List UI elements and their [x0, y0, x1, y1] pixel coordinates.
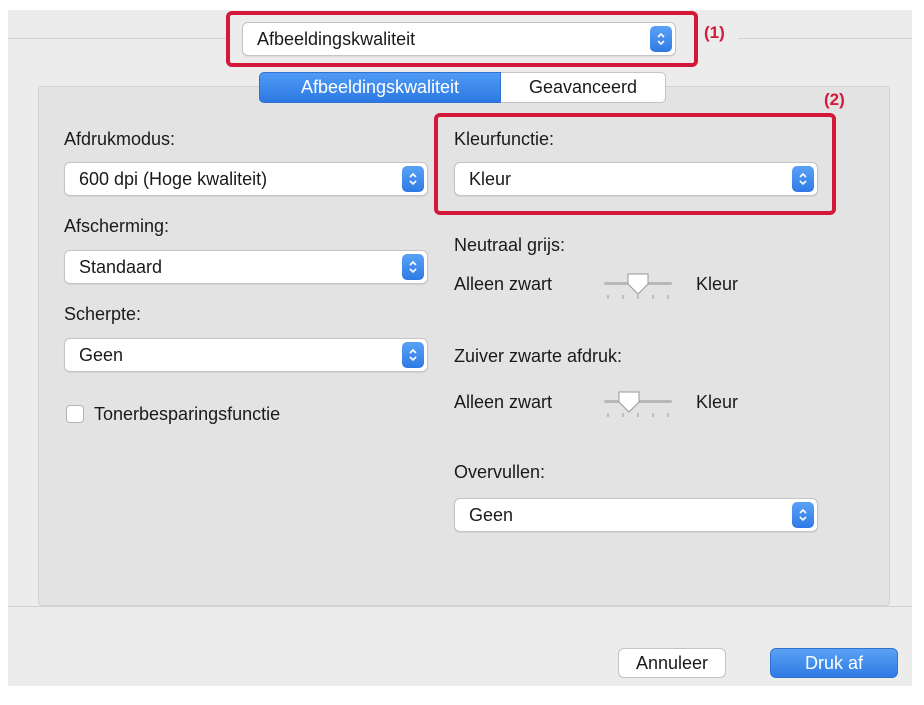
neutral-gray-min-label: Alleen zwart [454, 274, 553, 294]
pure-black-label: Zuiver zwarte afdruk: [454, 346, 623, 366]
color-mode-label: Kleurfunctie: [454, 129, 555, 149]
divider-left [8, 38, 226, 39]
chevron-updown-icon [792, 166, 814, 192]
print-dialog: Afbeeldingskwaliteit (1) Afbeeldingskwal… [8, 10, 912, 686]
chevron-updown-icon [402, 342, 424, 368]
screening-value: Standaard [79, 257, 163, 277]
neutral-gray-max-label: Kleur [696, 274, 739, 294]
sharpness-value: Geen [79, 345, 124, 365]
color-mode-value: Kleur [469, 169, 512, 189]
trapping-value: Geen [469, 505, 514, 525]
print-button[interactable]: Druk af [770, 648, 898, 678]
slider-thumb [627, 273, 649, 295]
chevron-updown-icon [792, 502, 814, 528]
trapping-label: Overvullen: [454, 462, 546, 482]
pure-black-min-label: Alleen zwart [454, 392, 553, 412]
trapping-select[interactable]: Geen [454, 498, 818, 532]
toner-save-label: Tonerbesparingsfunctie [94, 404, 281, 424]
sharpness-select[interactable]: Geen [64, 338, 428, 372]
slider-thumb [618, 391, 640, 413]
divider-right [738, 38, 912, 39]
toner-save-checkbox[interactable] [66, 405, 84, 423]
print-mode-label: Afdrukmodus: [64, 129, 176, 149]
pure-black-slider[interactable] [598, 386, 678, 422]
sharpness-label: Scherpte: [64, 304, 142, 324]
tab-geavanceerd[interactable]: Geavanceerd [501, 72, 666, 103]
callout-label-1: (1) [704, 23, 725, 42]
color-mode-select[interactable]: Kleur [454, 162, 818, 196]
divider-bottom [8, 606, 912, 607]
pure-black-max-label: Kleur [696, 392, 739, 412]
tab-afbeeldingskwaliteit[interactable]: Afbeeldingskwaliteit [259, 72, 501, 103]
screening-label: Afscherming: [64, 216, 170, 236]
screening-select[interactable]: Standaard [64, 250, 428, 284]
chevron-updown-icon [402, 166, 424, 192]
print-mode-select[interactable]: 600 dpi (Hoge kwaliteit) [64, 162, 428, 196]
callout-label-2: (2) [824, 90, 845, 109]
cancel-button[interactable]: Annuleer [618, 648, 726, 678]
neutral-gray-label: Neutraal grijs: [454, 235, 566, 255]
print-mode-value: 600 dpi (Hoge kwaliteit) [79, 169, 268, 189]
neutral-gray-slider[interactable] [598, 268, 678, 304]
chevron-updown-icon [402, 254, 424, 280]
callout-box-1 [226, 11, 698, 67]
